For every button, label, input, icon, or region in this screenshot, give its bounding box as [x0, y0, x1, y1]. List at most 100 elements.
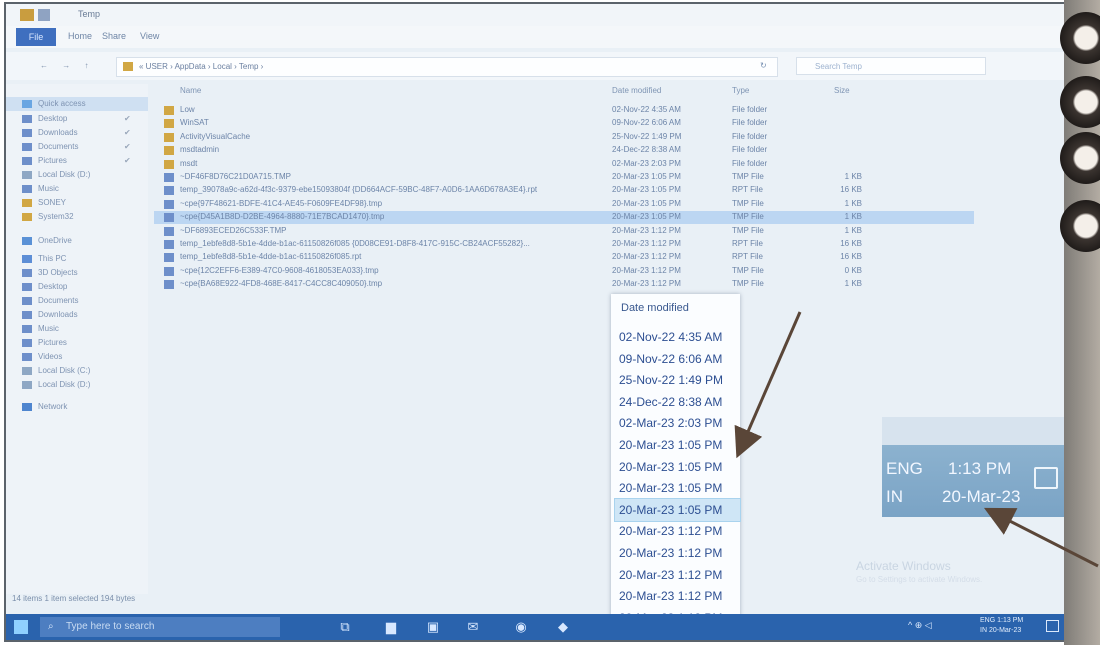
edge-icon[interactable]: ◉ — [512, 618, 530, 636]
sidebar-item-label: Desktop — [38, 114, 68, 123]
file-date-modified: 24-Dec-22 8:38 AM — [612, 145, 681, 155]
column-size[interactable]: Size — [834, 86, 850, 95]
file-icon — [164, 173, 174, 182]
table-row[interactable]: msdtadmin 24-Dec-22 8:38 AM File folder — [154, 144, 974, 157]
sidebar-item[interactable]: Music — [6, 322, 148, 336]
sidebar-item[interactable]: Network — [6, 400, 148, 414]
folder-icon — [22, 199, 32, 207]
table-row[interactable]: WinSAT 09-Nov-22 6:06 AM File folder — [154, 117, 974, 130]
column-name[interactable]: Name — [180, 86, 201, 95]
column-date-modified[interactable]: Date modified — [612, 86, 661, 95]
sidebar-item[interactable]: Downloads — [6, 308, 148, 322]
navigation-buttons[interactable]: ← → ↑ — [40, 61, 94, 70]
table-row[interactable]: ~cpe{BA68E922-4FD8-468E-8417-C4CC8C40905… — [154, 278, 974, 291]
file-icon — [164, 240, 174, 249]
breadcrumb[interactable]: « USER › AppData › Local › Temp › — [139, 62, 263, 71]
zoomed-date-item: 20-Mar-23 1:05 PM — [619, 459, 723, 474]
table-row[interactable]: ~cpe{12C2EFF6-E389-47C0-9608-4618053EA03… — [154, 265, 974, 278]
sidebar-item[interactable]: Desktop ✔ — [6, 112, 148, 126]
sidebar-item[interactable]: Documents ✔ — [6, 140, 148, 154]
sidebar-item[interactable]: Music — [6, 182, 148, 196]
task-view-icon[interactable]: ⧉ — [336, 618, 354, 636]
file-name: WinSAT — [180, 118, 209, 128]
monitor-screen: Temp File Home Share View ← → ↑ « USER ›… — [6, 4, 1072, 640]
clock-region: IN — [980, 627, 987, 634]
system-tray-icons[interactable]: ^ ⊕ ◁ — [908, 620, 932, 631]
table-row[interactable]: Low 02-Nov-22 4:35 AM File folder — [154, 104, 974, 117]
network-icon — [22, 403, 32, 411]
action-center-icon[interactable] — [1046, 620, 1059, 632]
pictures-icon — [22, 157, 32, 165]
quick-access-toolbar[interactable] — [20, 9, 66, 21]
sidebar-item[interactable]: 3D Objects — [6, 266, 148, 280]
search-icon: ⌕ — [48, 621, 54, 632]
sidebar-item[interactable]: Local Disk (D:) — [6, 168, 148, 182]
sidebar-item-label: Local Disk (C:) — [38, 366, 91, 375]
sidebar-item-label: Documents — [38, 142, 79, 151]
sidebar-item-label: Music — [38, 324, 59, 333]
sidebar-item[interactable]: Pictures ✔ — [6, 154, 148, 168]
address-bar-row: ← → ↑ « USER › AppData › Local › Temp › … — [6, 52, 1072, 80]
sidebar-item-label: Documents — [38, 296, 79, 305]
tab-share[interactable]: Share — [102, 31, 126, 41]
file-name: msdt — [180, 158, 198, 168]
tab-home[interactable]: Home — [68, 31, 92, 41]
file-name: ~cpe{BA68E922-4FD8-468E-8417-C4CC8C40905… — [180, 279, 383, 289]
sidebar-item[interactable]: Videos — [6, 350, 148, 364]
disk-icon — [22, 367, 32, 375]
file-size: 16 KB — [840, 239, 862, 248]
sidebar-item[interactable]: Documents — [6, 294, 148, 308]
folder-icon — [164, 159, 174, 169]
sidebar-item[interactable]: Local Disk (C:) — [6, 364, 148, 378]
file-type: TMP File — [732, 198, 764, 208]
zoomed-date-item: 20-Mar-23 1:12 PM — [619, 546, 723, 560]
file-icon — [164, 266, 174, 276]
table-row[interactable]: temp_1ebfe8d8-5b1e-4dde-b1ac-61150826f08… — [154, 251, 974, 264]
column-type[interactable]: Type — [732, 86, 749, 95]
table-row[interactable]: ~cpe{D45A1B8D-D2BE-4964-8880-71E7BCAD147… — [154, 211, 974, 225]
file-name: Low — [180, 105, 195, 114]
table-row[interactable]: ~DF46F8D76C21D0A715.TMP 20-Mar-23 1:05 PM… — [154, 171, 974, 184]
activate-windows-watermark: Activate Windows — [856, 559, 951, 573]
file-explorer-icon[interactable]: ▆ — [382, 618, 400, 636]
search-input[interactable]: Search Temp — [796, 57, 986, 75]
address-bar[interactable]: « USER › AppData › Local › Temp › — [116, 57, 778, 77]
file-size: 0 KB — [844, 265, 862, 275]
app-icon[interactable]: ◆ — [554, 618, 572, 636]
file-name: ~cpe{97F48621-BDFE-41C4-AE45-F0609FE4DF9… — [180, 198, 383, 208]
sidebar-item[interactable]: This PC — [6, 252, 148, 266]
zoomed-date-item: 20-Mar-23 1:05 PM — [614, 497, 741, 522]
sidebar-item[interactable]: Pictures — [6, 336, 148, 350]
file-name: msdtadmin — [180, 145, 220, 155]
start-button[interactable] — [14, 620, 28, 634]
title-bar: Temp — [6, 4, 1072, 26]
taskbar-clock[interactable]: ENG 1:13 PM IN 20-Mar-23 — [980, 616, 1023, 636]
store-icon[interactable]: ▣ — [424, 618, 442, 636]
table-row[interactable]: ~cpe{97F48621-BDFE-41C4-AE45-F0609FE4DF9… — [154, 198, 974, 211]
sidebar-item[interactable]: Quick access — [6, 97, 148, 111]
table-row[interactable]: msdt 02-Mar-23 2:03 PM File folder — [154, 158, 974, 171]
table-row[interactable]: ActivityVisualCache 25-Nov-22 1:49 PM File… — [154, 131, 974, 144]
mail-icon[interactable]: ✉ — [464, 618, 482, 636]
sidebar-item[interactable]: SONEY — [6, 196, 148, 210]
file-type: File folder — [732, 118, 768, 128]
videos-icon — [22, 353, 32, 361]
refresh-icon[interactable]: ↻ — [760, 61, 767, 70]
tab-view[interactable]: View — [140, 31, 159, 41]
sidebar-item[interactable]: System32 — [6, 210, 148, 224]
sidebar-item[interactable]: Desktop — [6, 280, 148, 294]
file-date-modified: 09-Nov-22 6:06 AM — [612, 118, 681, 128]
file-name: ~cpe{D45A1B8D-D2BE-4964-8880-71E7BCAD147… — [180, 212, 385, 222]
sidebar-item[interactable]: OneDrive — [6, 234, 148, 248]
taskbar-search-box[interactable]: ⌕ Type here to search — [40, 617, 280, 637]
star-icon — [22, 100, 32, 108]
table-row[interactable]: temp_39078a9c-a62d-4f3c-9379-ebe15093804… — [154, 184, 974, 197]
file-name: ~DF46F8D76C21D0A715.TMP — [180, 172, 291, 181]
sidebar-item-label: Downloads — [38, 310, 78, 319]
sidebar-item[interactable]: Local Disk (D:) — [6, 378, 148, 392]
tab-file[interactable]: File — [16, 28, 56, 46]
sidebar-item[interactable]: Downloads ✔ — [6, 126, 148, 140]
file-size: 16 KB — [840, 185, 862, 195]
table-row[interactable]: temp_1ebfe8d8-5b1e-4dde-b1ac-61150826f08… — [154, 238, 974, 251]
table-row[interactable]: ~DF6893ECED26C533F.TMP 20-Mar-23 1:12 PM T… — [154, 225, 974, 238]
